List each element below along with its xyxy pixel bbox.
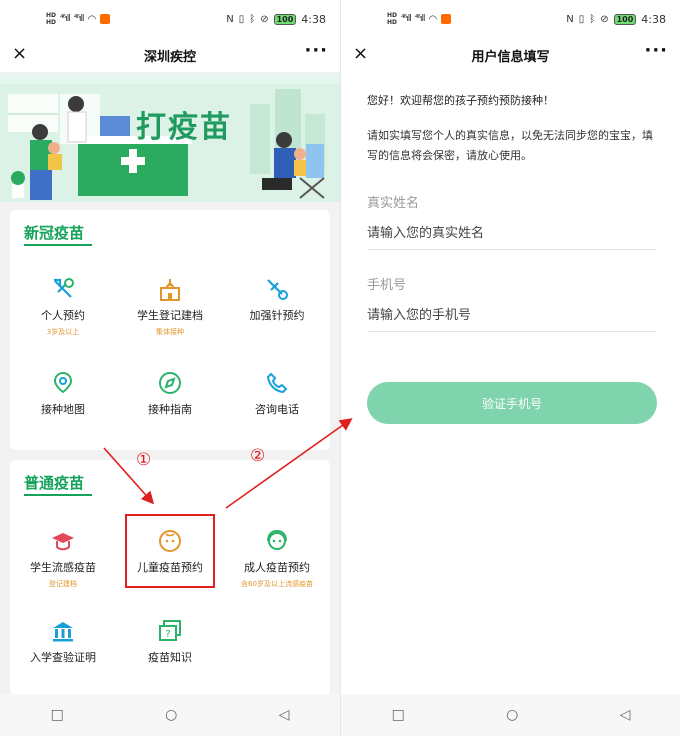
nav-bar: × 用户信息填写 ··· bbox=[341, 38, 680, 72]
vaccination-guide-button[interactable]: 接种指南 bbox=[117, 370, 223, 417]
verify-phone-button[interactable]: 验证手机号 bbox=[367, 382, 657, 424]
covid-card-title: 新冠疫苗 bbox=[24, 224, 85, 242]
vaccination-map-button[interactable]: 接种地图 bbox=[10, 370, 116, 417]
recent-apps-button[interactable]: □ bbox=[392, 707, 405, 723]
building-icon bbox=[53, 622, 73, 642]
name-input[interactable] bbox=[367, 218, 657, 250]
title-underline bbox=[24, 494, 92, 496]
alarm-icon: ⊘ bbox=[260, 13, 269, 25]
bluetooth-icon: ᛒ bbox=[249, 13, 256, 25]
home-button[interactable]: ○ bbox=[165, 707, 177, 723]
banner-title: 打疫苗 bbox=[136, 110, 232, 145]
adult-face-icon bbox=[267, 529, 287, 550]
back-button[interactable]: ◁ bbox=[279, 707, 290, 723]
status-bar: HD HD ⁴⁶ıll ⁴⁶ıll ◠ N ▯ ᛒ ⊘ 100 4:38 bbox=[0, 0, 340, 38]
student-flu-vaccine-button[interactable]: 学生流感疫苗 登记建档 bbox=[10, 528, 116, 589]
nfc-icon: N bbox=[226, 13, 234, 25]
vibrate-icon: ▯ bbox=[578, 13, 585, 25]
hd-indicator: HD HD bbox=[387, 12, 398, 26]
nav-bar: × 深圳疾控 ··· bbox=[0, 38, 340, 72]
clock: 4:38 bbox=[641, 12, 666, 26]
home-button[interactable]: ○ bbox=[506, 707, 518, 723]
item-sub: 3岁及以上 bbox=[46, 328, 80, 336]
svg-text:?: ? bbox=[165, 629, 170, 640]
wifi-icon: ◠ bbox=[87, 13, 97, 25]
status-bar: HD HD ⁴⁶ıll ⁴⁶ıll ◠ N ▯ ᛒ ⊘ 100 4:38 bbox=[341, 0, 680, 38]
more-options-icon[interactable]: ··· bbox=[304, 40, 328, 61]
alarm-icon: ⊘ bbox=[600, 13, 609, 25]
recent-apps-button[interactable]: □ bbox=[51, 707, 64, 723]
item-sub: 集体接种 bbox=[156, 328, 184, 336]
more-options-icon[interactable]: ··· bbox=[644, 40, 668, 61]
signal-icon: ⁴⁶ıll bbox=[401, 14, 412, 24]
graduation-cap-icon bbox=[52, 533, 74, 551]
booster-syringe-icon bbox=[267, 279, 288, 300]
map-pin-icon bbox=[53, 371, 73, 394]
close-icon[interactable]: × bbox=[353, 43, 368, 64]
item-label: 咨询电话 bbox=[255, 403, 299, 416]
nfc-icon: N bbox=[566, 13, 574, 25]
general-card-title: 普通疫苗 bbox=[24, 474, 85, 492]
highlight-box bbox=[125, 514, 215, 588]
left-phone-screen: HD HD ⁴⁶ıll ⁴⁶ıll ◠ N ▯ ᛒ ⊘ 100 4:38 × 深圳… bbox=[0, 0, 340, 736]
personal-appointment-button[interactable]: 个人预约 3岁及以上 bbox=[10, 276, 116, 337]
vibrate-icon: ▯ bbox=[238, 13, 245, 25]
signal-icon-2: ⁴⁶ıll bbox=[414, 14, 426, 24]
covid-vaccine-card: 新冠疫苗 个人预约 3岁及以上 学生登记建档 集体接种 加强针预约 接种地图 接… bbox=[10, 210, 330, 450]
school-icon bbox=[160, 279, 180, 301]
enrollment-verification-button[interactable]: 入学查验证明 bbox=[10, 618, 116, 665]
hd-indicator: HD HD bbox=[46, 12, 57, 26]
vaccine-knowledge-button[interactable]: ? 疫苗知识 bbox=[117, 618, 223, 665]
vaccine-banner: 打疫苗 bbox=[0, 74, 340, 202]
item-label: 学生登记建档 bbox=[137, 309, 203, 322]
right-phone-screen: HD HD ⁴⁶ıll ⁴⁶ıll ◠ N ▯ ᛒ ⊘ 100 4:38 × 用户… bbox=[340, 0, 680, 736]
item-label: 接种指南 bbox=[148, 403, 192, 416]
item-label: 加强针预约 bbox=[249, 309, 305, 322]
phone-icon bbox=[266, 372, 288, 394]
item-label: 入学查验证明 bbox=[30, 651, 96, 664]
student-registration-button[interactable]: 学生登记建档 集体接种 bbox=[117, 276, 223, 337]
notice-text: 请如实填写您个人的真实信息，以免无法同步您的宝宝，填写的信息将会保密，请放心使用… bbox=[367, 129, 653, 162]
booster-appointment-button[interactable]: 加强针预约 bbox=[224, 276, 330, 323]
item-sub: 含60岁及以上流感疫苗 bbox=[241, 580, 313, 588]
item-label: 疫苗知识 bbox=[148, 651, 192, 664]
page-title: 用户信息填写 bbox=[471, 49, 550, 65]
signal-icon-2: ⁴⁶ıll bbox=[73, 14, 85, 24]
compass-icon bbox=[159, 372, 181, 394]
title-underline bbox=[24, 244, 92, 246]
phone-field-label: 手机号 bbox=[367, 278, 407, 293]
app-notification-icon bbox=[100, 14, 111, 24]
close-icon[interactable]: × bbox=[12, 43, 27, 64]
item-sub: 登记建档 bbox=[49, 580, 77, 588]
item-label: 接种地图 bbox=[41, 403, 85, 416]
step-marker-1: ① bbox=[136, 450, 152, 470]
adult-vaccine-appointment-button[interactable]: 成人疫苗预约 含60岁及以上流感疫苗 bbox=[224, 528, 330, 589]
wifi-icon: ◠ bbox=[428, 13, 438, 25]
app-notification-icon bbox=[441, 14, 452, 24]
signal-icon: ⁴⁶ıll bbox=[60, 14, 71, 24]
consultation-phone-button[interactable]: 咨询电话 bbox=[224, 370, 330, 417]
step-marker-2: ② bbox=[250, 446, 266, 466]
battery-icon: 100 bbox=[273, 13, 297, 25]
item-label: 成人疫苗预约 bbox=[244, 561, 310, 574]
name-field-label: 真实姓名 bbox=[367, 196, 420, 211]
question-board-icon: ? bbox=[159, 620, 181, 641]
phone-input[interactable] bbox=[367, 300, 657, 332]
syringe-icon bbox=[54, 278, 74, 298]
back-button[interactable]: ◁ bbox=[620, 707, 631, 723]
clock: 4:38 bbox=[301, 12, 326, 26]
item-label: 个人预约 bbox=[41, 309, 85, 322]
bluetooth-icon: ᛒ bbox=[589, 13, 596, 25]
item-label: 学生流感疫苗 bbox=[30, 561, 96, 574]
system-nav-bar: □ ○ ◁ bbox=[341, 694, 680, 736]
greeting-text: 您好！欢迎帮您的孩子预约预防接种！ bbox=[367, 94, 554, 107]
system-nav-bar: □ ○ ◁ bbox=[0, 694, 340, 736]
page-title: 深圳疾控 bbox=[143, 49, 196, 65]
battery-icon: 100 bbox=[613, 13, 637, 25]
